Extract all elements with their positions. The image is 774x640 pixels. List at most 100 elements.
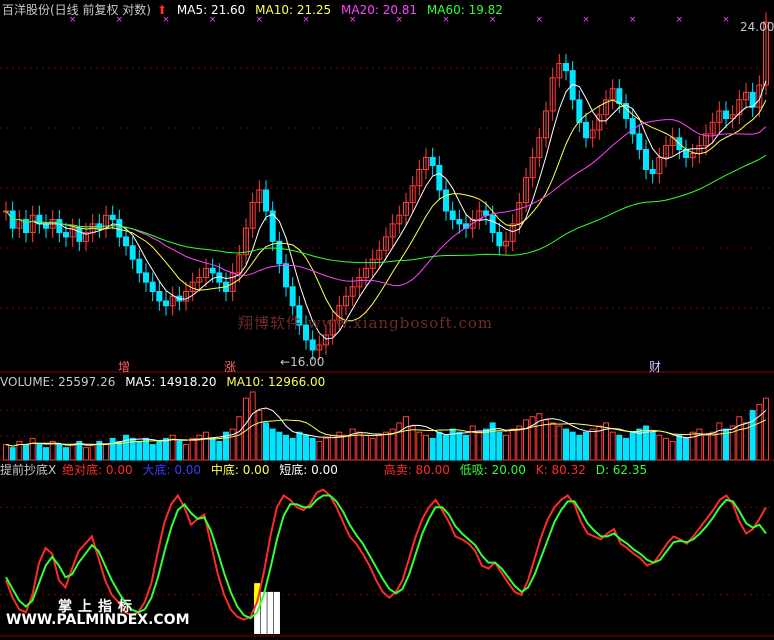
volume-bar [683,437,689,461]
volume-bar [523,419,529,461]
price-title: 百洋股份(日线 前复权 对数) [2,3,151,17]
k-label: K: 80.32 [535,463,586,477]
candle-body [143,272,149,283]
candle-body [63,232,69,238]
volume-bar [403,416,409,461]
bottom-signal-bar [267,591,274,634]
signal-marker: × [629,15,637,25]
volume-bar [629,431,636,461]
signal-marker: × [676,15,684,25]
candle-body [436,164,443,191]
candle-body [263,189,269,212]
candle-body [616,88,623,104]
candle-body [109,214,116,221]
indicator-name: 提前抄底X [0,463,57,477]
bottom-signal-bar [273,591,280,634]
candle-body [723,110,729,120]
volume-bar [656,434,663,461]
volume-bar [309,437,316,461]
volume-bar [316,440,323,461]
volume-bar [63,447,69,461]
candle-body [76,227,83,242]
volume-bar [123,434,129,461]
volume-bar [176,440,183,461]
volume-bar [283,434,289,461]
ma10-label: MA10: 21.25 [255,3,332,17]
candle-body [149,281,156,292]
volume-bar [503,434,509,461]
tag-zeng: 增 [118,360,131,374]
candle-body [636,133,643,151]
volume-bar [289,437,296,461]
ma60-label: MA60: 19.82 [426,3,503,17]
volume-bar [149,444,156,461]
volume-bar [483,428,489,461]
candle-body [429,156,436,166]
volume-bar [576,434,583,461]
ma10-line [5,99,767,322]
volume-bar [209,437,216,461]
volume-bar [543,419,549,461]
ma20-line [5,119,767,287]
mid-bottom-label: 中底: 0.00 [210,463,270,477]
ma5-label: MA5: 21.60 [176,3,246,17]
volume-bar [256,410,263,461]
watermark: 翔博软件 www.xiangbosoft.com [238,314,494,332]
volume-bar [103,444,109,461]
volume-header: VOLUME: 25597.26 MA5: 14918.20 MA10: 129… [0,374,331,390]
volume-bar [43,447,49,461]
volume-bar [663,437,669,461]
volume-bar [429,437,436,461]
volume-bar [496,431,503,461]
volume-bar [616,434,623,461]
ma20-label: MA20: 20.81 [341,3,418,17]
volume-bar [756,403,763,461]
volume-bar [69,444,76,461]
candle-body [649,168,656,175]
candle-body [309,339,316,351]
volume-bar [116,440,123,461]
candle-body [489,214,496,234]
volume-bar [369,437,376,461]
volume-bar [549,422,556,461]
candle-body [123,236,129,247]
short-bottom-label: 短底: 0.00 [279,463,338,477]
volume-bar [396,422,403,461]
tag-zhang: 涨 [224,360,237,374]
volume-bar [9,447,16,461]
volume-bar [89,444,96,461]
volume-bar [509,428,516,461]
high-price-label: 24.00 [740,20,774,34]
volume-bar [136,440,143,461]
volume-bar [456,431,463,461]
price-header: 百洋股份(日线 前复权 对数) ⬆ MA5: 21.60 MA10: 21.25 … [2,2,509,18]
volume-bar [763,397,769,461]
up-arrow-icon: ⬆ [157,3,168,17]
volume-bar [109,437,116,461]
ma5-line [5,80,767,340]
volume-bar [556,425,563,461]
d-label: D: 62.35 [595,463,648,477]
candle-body [563,62,569,72]
candle-body [629,118,636,135]
signal-marker: × [536,15,544,25]
candle-body [116,219,123,238]
volume-bar [276,431,283,461]
volume-bar [296,431,303,461]
volume-bar [669,440,676,461]
signal-marker: × [722,15,730,25]
volume-bar [563,428,569,461]
volume-bar [463,434,469,461]
candle-body [456,219,463,225]
volume-bar [569,431,576,461]
candle-body [276,240,283,265]
volume-bar [303,434,309,461]
candle-body [449,210,456,221]
candle-body [283,263,289,288]
volume-bar [676,434,683,461]
volume-bar [83,447,89,461]
candle-body [56,219,63,234]
brand-line-2: WWW.PALMINDEX.COM [6,612,190,628]
volume-bar [3,444,9,461]
candle-body [209,267,216,274]
